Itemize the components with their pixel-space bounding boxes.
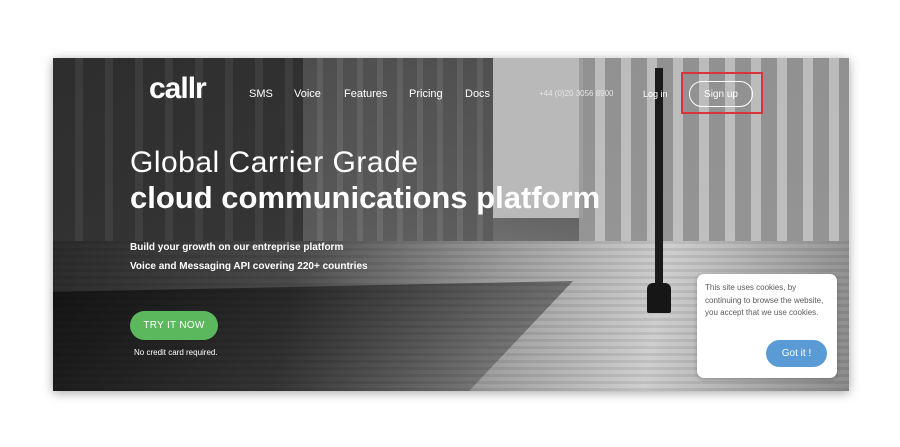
hero-title-line2: cloud communications platform	[130, 180, 601, 215]
nav-voice[interactable]: Voice	[294, 88, 321, 100]
top-navigation: callr SMS Voice Features Pricing Docs +4…	[53, 58, 849, 130]
hero-subtitle-line1: Build your growth on our entreprise plat…	[130, 242, 344, 253]
cookie-notice-text: This site uses cookies, by continuing to…	[705, 283, 824, 317]
hero-title-line1: Global Carrier Grade	[130, 146, 419, 179]
cookie-notice: This site uses cookies, by continuing to…	[697, 274, 837, 378]
callr-logo[interactable]: callr	[149, 72, 207, 106]
hero-subtitle-line2: Voice and Messaging API covering 220+ co…	[130, 261, 368, 272]
nav-docs[interactable]: Docs	[465, 88, 490, 100]
cookie-accept-button[interactable]: Got it !	[766, 340, 827, 367]
no-credit-card-note: No credit card required.	[134, 348, 218, 357]
hero-section: callr SMS Voice Features Pricing Docs +4…	[53, 58, 849, 391]
login-link[interactable]: Log in	[643, 89, 668, 99]
phone-number[interactable]: +44 (0)20 3056 8900	[539, 89, 614, 98]
nav-features[interactable]: Features	[344, 88, 387, 100]
try-it-now-button[interactable]: TRY IT NOW	[130, 311, 218, 340]
nav-pricing[interactable]: Pricing	[409, 88, 443, 100]
nav-sms[interactable]: SMS	[249, 88, 273, 100]
signup-highlight-box	[681, 72, 763, 114]
lamp-post-base	[647, 283, 671, 313]
